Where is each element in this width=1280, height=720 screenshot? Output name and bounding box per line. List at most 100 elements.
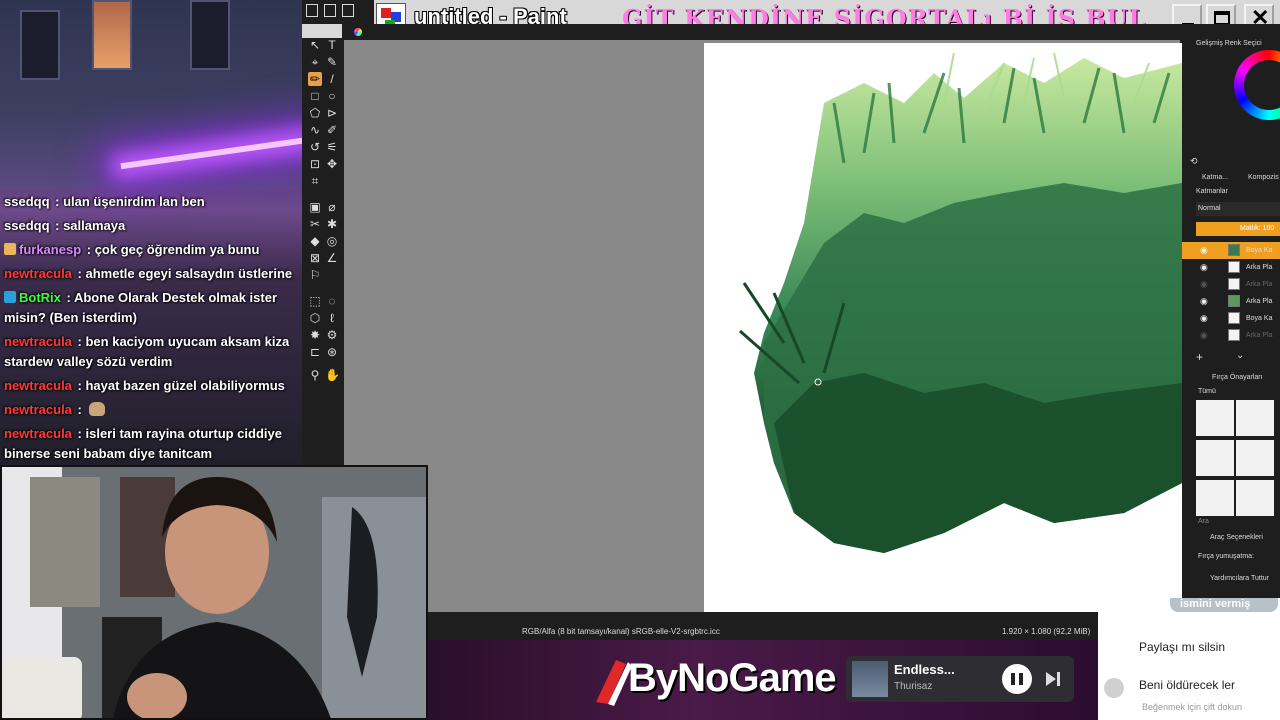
layer-row[interactable]: ◉ Arka Pla	[1182, 259, 1280, 276]
move-icon[interactable]: ✥	[325, 157, 339, 171]
layer-row[interactable]: ◉ Boya Ka	[1182, 242, 1280, 259]
chat-message: newtracula : isleri tam rayina oturtup c…	[4, 424, 298, 464]
open-folder-icon[interactable]	[324, 4, 336, 17]
rectangle-icon[interactable]: □	[308, 89, 322, 103]
layer-row[interactable]: ◉ Arka Pla	[1182, 327, 1280, 344]
zoom-icon[interactable]: ⚲	[308, 368, 322, 382]
visibility-eye-icon[interactable]: ◉	[1200, 330, 1208, 341]
canvas-area	[344, 40, 1182, 612]
layer-name: Boya Ka	[1246, 315, 1273, 322]
brush-preset-pencil[interactable]	[1196, 480, 1234, 516]
dynamic-brush-icon[interactable]: ↺	[308, 140, 322, 154]
enclose-fill-icon[interactable]: ◎	[325, 234, 339, 248]
visibility-eye-icon[interactable]: ◉	[1200, 313, 1208, 324]
refresh-icon[interactable]: ⟲	[1190, 156, 1198, 167]
add-layer-icon[interactable]: +	[1196, 350, 1203, 364]
collapse-icon[interactable]: ⌄	[1236, 350, 1244, 361]
brush-preset-brush[interactable]	[1236, 480, 1274, 516]
avatar	[1104, 678, 1124, 698]
rect-select-icon[interactable]: ⬚	[308, 294, 322, 308]
brush-icon[interactable]: ✏	[308, 72, 322, 86]
line-icon[interactable]: /	[325, 72, 339, 86]
crop-icon[interactable]: ⌗	[308, 174, 322, 188]
pan-icon[interactable]: ✋	[325, 368, 340, 382]
polyline-icon[interactable]: ⊳	[325, 106, 339, 120]
next-track-icon[interactable]	[1044, 670, 1064, 688]
layer-row[interactable]: ◉ Arka Pla	[1182, 293, 1280, 310]
maximize-icon	[1214, 11, 1230, 25]
assistant-icon[interactable]: ⊠	[308, 251, 322, 265]
save-icon[interactable]	[342, 4, 354, 17]
layer-thumbnail	[1228, 329, 1240, 341]
ellipse-select-icon[interactable]: ◌	[325, 294, 339, 308]
color-picker-icon[interactable]: ⌀	[325, 200, 339, 214]
measure-icon[interactable]: ∠	[325, 251, 339, 265]
layer-row[interactable]: ◉ Boya Ka	[1182, 310, 1280, 327]
layer-thumbnail	[1228, 261, 1240, 273]
brush-presets-title: Fırça Önayarları	[1212, 374, 1263, 381]
canvas-tab-icon[interactable]	[354, 28, 362, 36]
opacity-slider[interactable]: Matlık: 100	[1196, 222, 1280, 236]
canvas-tab-row	[342, 24, 1280, 40]
comment-item: Beni öldürecek ler	[1139, 678, 1236, 692]
lit-window	[92, 0, 132, 70]
chat-message: newtracula : hayat bazen güzel olabiliyo…	[4, 376, 298, 396]
image-size-label: 1.920 × 1.080 (92,2 MiB)	[1002, 627, 1091, 636]
text-icon[interactable]: T	[325, 38, 339, 52]
gradient-icon[interactable]: ▣	[308, 200, 322, 214]
bucket-icon[interactable]: ◆	[308, 234, 322, 248]
smart-patch-icon[interactable]: ✂	[308, 217, 322, 231]
track-artist: Thurisaz	[894, 681, 933, 692]
chat-username: ssedqq	[4, 194, 50, 209]
freehand-select-icon[interactable]: ℓ	[325, 311, 339, 325]
comment-item: Paylaşı mı silsin	[1139, 640, 1226, 654]
multibrush-icon[interactable]: ⚟	[325, 140, 339, 154]
visibility-eye-icon[interactable]: ◉	[1200, 262, 1208, 273]
chat-separator: :	[73, 426, 86, 441]
visibility-eye-icon[interactable]: ◉	[1200, 245, 1208, 256]
tab-layers[interactable]: Katma...	[1202, 174, 1228, 181]
visibility-eye-icon[interactable]: ◉	[1200, 279, 1208, 290]
transform-icon[interactable]: ⊡	[308, 157, 322, 171]
magnetic-select-icon[interactable]: ⊛	[325, 345, 339, 359]
snap-to-assistants[interactable]: Yardımcılara Tuttur	[1210, 575, 1269, 582]
layer-thumbnail	[1228, 244, 1240, 256]
brush-search[interactable]: Ara	[1198, 518, 1209, 525]
ellipse-icon[interactable]: ○	[325, 89, 339, 103]
chat-username: newtracula	[4, 334, 72, 349]
layer-row[interactable]: ◉ Arka Pla	[1182, 276, 1280, 293]
freehand-path-icon[interactable]: ✐	[325, 123, 339, 137]
brush-filter[interactable]: Tümü	[1198, 388, 1216, 395]
similar-select-icon[interactable]: ⚙	[325, 328, 339, 342]
brand-text: ByNoGame	[628, 656, 837, 700]
chat-username: newtracula	[4, 426, 72, 441]
visibility-eye-icon[interactable]: ◉	[1200, 296, 1208, 307]
select-icon[interactable]: ↖	[308, 38, 322, 52]
blend-mode-label: Normal	[1198, 205, 1221, 212]
chat-separator: :	[73, 266, 86, 281]
new-file-icon[interactable]	[306, 4, 318, 17]
layer-name: Arka Pla	[1246, 298, 1273, 305]
polygon-select-icon[interactable]: ⬡	[308, 311, 322, 325]
contiguous-select-icon[interactable]: ✸	[308, 328, 322, 342]
fill-icon[interactable]: ✱	[325, 217, 339, 231]
edit-shapes-icon[interactable]: ⌖	[308, 55, 322, 69]
calligraphy-icon[interactable]: ✎	[325, 55, 339, 69]
brush-smoothing-label: Fırça yumuşatma:	[1198, 553, 1255, 560]
brush-preset-eraser[interactable]	[1196, 400, 1234, 436]
brush-preset-pen[interactable]	[1236, 400, 1274, 436]
chat-message: BotRix : Abone Olarak Destek olmak ister…	[4, 288, 298, 328]
drawing-canvas[interactable]	[704, 43, 1182, 612]
user-badge-icon	[4, 291, 16, 303]
bezier-icon[interactable]: ∿	[308, 123, 322, 137]
brush-preset-ink[interactable]	[1196, 440, 1234, 476]
brush-preset-marker[interactable]	[1236, 440, 1274, 476]
polygon-icon[interactable]: ⬠	[308, 106, 322, 120]
reference-icon[interactable]: ⚐	[308, 268, 322, 282]
tab-compositions[interactable]: Kompozis	[1248, 174, 1279, 181]
blend-mode-select[interactable]: Normal	[1196, 202, 1280, 216]
pause-button[interactable]	[1002, 664, 1032, 694]
dark-window	[20, 10, 60, 80]
tool-options-title: Araç Seçenekleri	[1210, 534, 1263, 541]
bezier-select-icon[interactable]: ⊏	[308, 345, 322, 359]
